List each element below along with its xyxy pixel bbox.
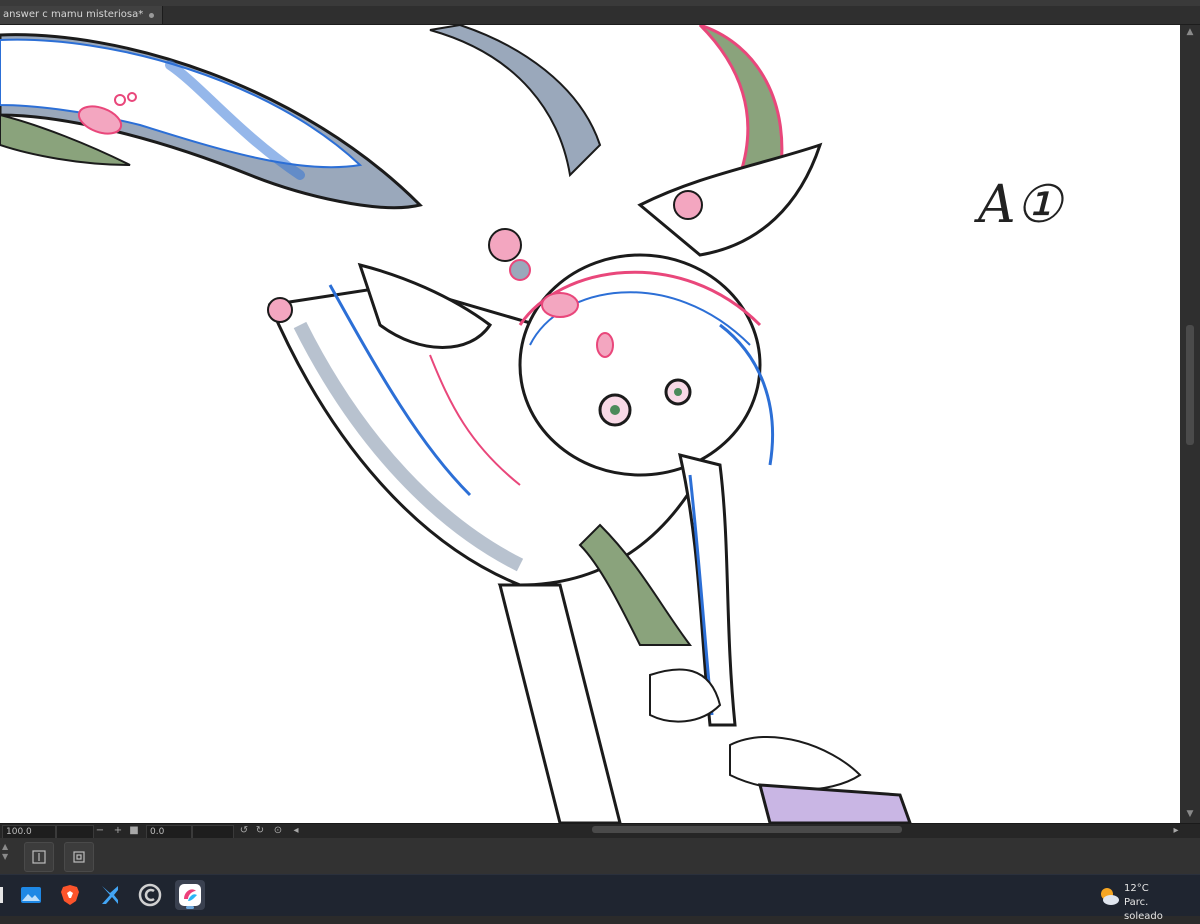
- lower-tool-panel: ▲ ▼: [0, 838, 1200, 874]
- taskbar-app-photos[interactable]: [16, 880, 46, 910]
- weather-condition: Parc. soleado: [1124, 897, 1163, 922]
- fit-page-icon: [32, 850, 46, 864]
- photos-icon: [21, 887, 41, 903]
- clip-studio-paint-icon: [179, 884, 201, 906]
- panel-collapse-icon[interactable]: ▲ ▼: [2, 842, 12, 870]
- horizontal-scroll-thumb[interactable]: [592, 826, 902, 833]
- reference-button[interactable]: [64, 842, 94, 872]
- close-tab-icon[interactable]: [149, 12, 155, 18]
- zoom-in-button[interactable]: +: [112, 824, 124, 838]
- rotation-field[interactable]: 0.0: [146, 825, 192, 839]
- clip-studio-icon: [138, 883, 162, 907]
- weather-temperature: 12°C: [1124, 883, 1149, 894]
- taskbar-edge-indicator: [0, 887, 3, 903]
- vertical-scroll-thumb[interactable]: [1186, 325, 1194, 445]
- rotate-right-icon[interactable]: ↻: [254, 824, 266, 838]
- taskbar-app-xmind[interactable]: [95, 880, 125, 910]
- taskbar-app-brave-browser[interactable]: [55, 880, 85, 910]
- zoom-slider[interactable]: [56, 825, 94, 839]
- active-app-indicator: [186, 906, 194, 909]
- brave-icon: [61, 885, 79, 905]
- taskbar-app-clip-studio[interactable]: [135, 880, 165, 910]
- xmind-icon: [102, 886, 118, 904]
- fit-page-button[interactable]: [24, 842, 54, 872]
- rotation-value: 0.0: [150, 827, 165, 837]
- document-tab-bar: answer c mamu misteriosa*: [0, 6, 1200, 25]
- weather-widget[interactable]: 12°C Parc. soleado: [1098, 881, 1190, 922]
- windows-taskbar: 12°C Parc. soleado: [0, 874, 1200, 922]
- zoom-field[interactable]: 100.0: [2, 825, 56, 839]
- stop-icon[interactable]: ■: [128, 824, 140, 838]
- document-tab-title: answer c mamu misteriosa*: [3, 9, 144, 20]
- canvas-annotation-label: A①: [978, 175, 1063, 235]
- rotation-slider[interactable]: [192, 825, 234, 839]
- flip-icon[interactable]: ◂: [290, 824, 302, 838]
- drawing-canvas[interactable]: A①: [0, 25, 1180, 823]
- scroll-up-icon[interactable]: ▲: [1184, 27, 1196, 37]
- partly-sunny-icon: [1101, 888, 1119, 905]
- rotate-left-icon[interactable]: ↺: [238, 824, 250, 838]
- sketch-artwork: [0, 25, 912, 823]
- scroll-down-icon[interactable]: ▼: [1184, 809, 1196, 819]
- vertical-scrollbar[interactable]: ▲ ▼: [1180, 25, 1200, 823]
- zoom-value: 100.0: [6, 827, 32, 837]
- weather-text: 12°C Parc. soleado: [1124, 882, 1190, 924]
- reset-rotation-icon[interactable]: ⊙: [272, 824, 284, 838]
- document-tab[interactable]: answer c mamu misteriosa*: [0, 6, 164, 24]
- zoom-out-button[interactable]: −: [94, 824, 106, 838]
- scroll-right-icon[interactable]: ▸: [1170, 824, 1182, 838]
- frame-icon: [73, 851, 85, 863]
- taskbar-app-clip-studio-paint[interactable]: [175, 880, 205, 910]
